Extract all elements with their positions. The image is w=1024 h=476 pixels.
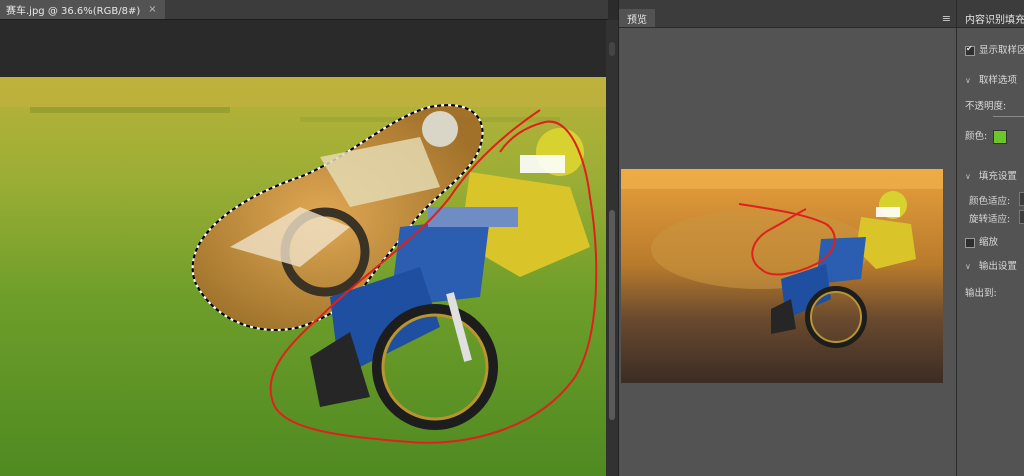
document-canvas[interactable] [0,77,606,476]
rotate-adapt-row: 旋转适应: [969,211,1010,225]
sampling-section-header[interactable]: ∨ 取样选项 [965,72,1017,86]
document-tab-title: 赛车.jpg @ 36.6%(RGB/8#) [6,6,141,17]
scrollbar-thumb[interactable] [609,210,615,420]
color-swatch[interactable] [993,129,1008,144]
preview-tab[interactable]: 预览 [619,9,655,27]
sampling-section-label: 取样选项 [978,75,1017,86]
scale-row[interactable]: 缩放 [965,234,998,248]
output-to-row: 输出到: [965,285,997,299]
output-section-header[interactable]: ∨ 输出设置 [965,258,1017,272]
fill-section-label: 填充设置 [978,171,1017,182]
scale-label: 缩放 [979,237,999,248]
preview-panel: 预览 ≡ [618,0,957,476]
close-icon[interactable]: × [148,4,156,15]
show-sampling-row[interactable]: 显示取样区 [965,42,1024,56]
rotate-adapt-label: 旋转适应: [969,214,1011,225]
document-tab[interactable]: 赛车.jpg @ 36.6%(RGB/8#) × [0,0,165,19]
settings-header: 内容识别填充 [957,0,1024,28]
output-section-label: 输出设置 [978,261,1017,272]
chevron-down-icon: ∨ [965,76,971,85]
color-adapt-select[interactable] [1019,192,1024,206]
settings-title: 内容识别填充 [965,15,1024,26]
panel-menu-icon[interactable]: ≡ [942,12,951,25]
document-tab-bar: 赛车.jpg @ 36.6%(RGB/8#) × [0,0,608,20]
chevron-down-icon: ∨ [965,262,971,271]
show-sampling-label: 显示取样区 [979,45,1024,56]
opacity-slider[interactable] [993,116,1024,117]
chevron-down-icon: ∨ [965,172,971,181]
document-vertical-scrollbar[interactable] [606,20,618,476]
scale-checkbox[interactable] [965,237,975,248]
output-to-label: 输出到: [965,288,997,299]
show-sampling-checkbox[interactable] [965,44,975,56]
opacity-label: 不透明度: [965,101,1007,112]
rotate-adapt-select[interactable] [1019,210,1024,224]
opacity-row: 不透明度: [965,98,1006,112]
color-adapt-row: 颜色适应: [969,193,1010,207]
document-pane: 赛车.jpg @ 36.6%(RGB/8#) × [0,0,618,476]
color-label: 颜色: [965,131,988,142]
preview-image [621,169,943,383]
scrollbar-top-marker [609,42,615,56]
preview-tab-bar: 预览 ≡ [619,0,957,28]
color-row: 颜色: [965,128,1008,144]
content-aware-fill-panel: 内容识别填充 显示取样区 ∨ 取样选项 不透明度: 颜色: ∨ 填充设置 颜色适应:… [956,0,1024,476]
fill-section-header[interactable]: ∨ 填充设置 [965,168,1017,182]
color-adapt-label: 颜色适应: [969,196,1011,207]
